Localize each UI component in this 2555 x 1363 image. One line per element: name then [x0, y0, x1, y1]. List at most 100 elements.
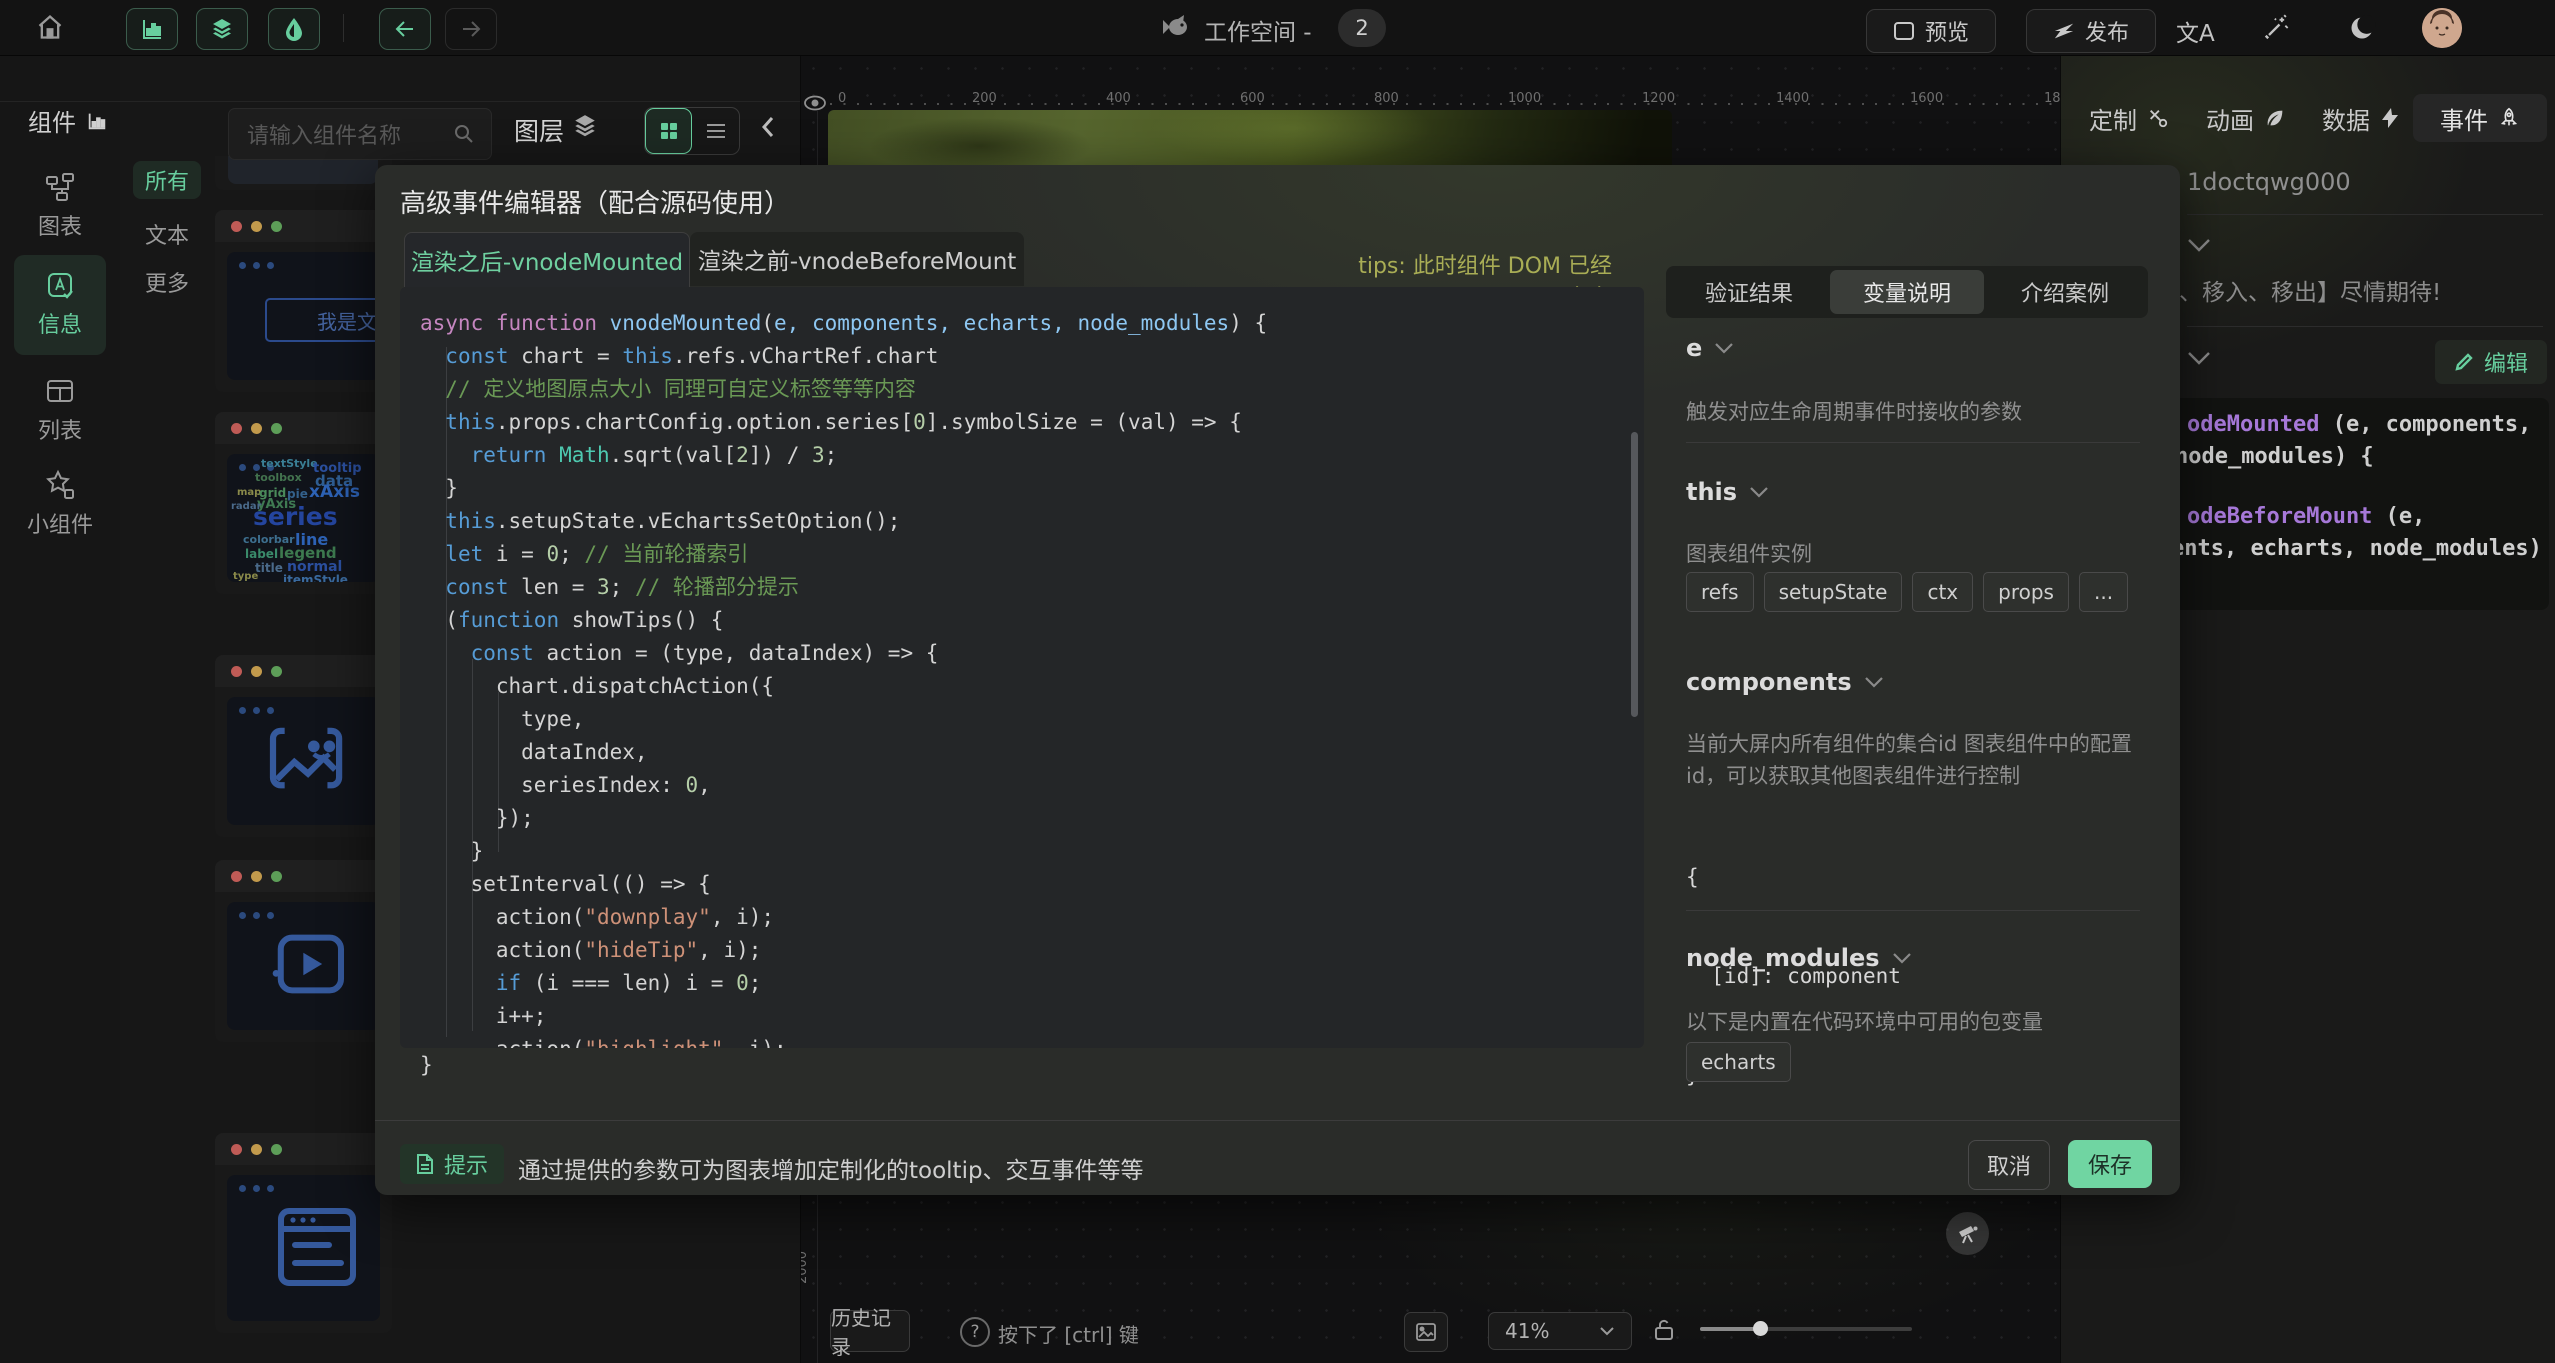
ruler-label: 1400: [1776, 91, 1809, 106]
preview-label: 预览: [1925, 15, 1969, 47]
tab-events[interactable]: 事件: [2413, 94, 2547, 142]
section-desc: 当前大屏内所有组件的集合id 图表组件中的配置: [1686, 728, 2132, 758]
chevron-down-icon: [1749, 486, 1769, 498]
sidebar-item-charts[interactable]: 图表: [14, 163, 106, 251]
component-card-image[interactable]: [215, 655, 392, 837]
layers-view-toggle: [644, 107, 740, 155]
create-tool-button[interactable]: [268, 8, 320, 50]
component-card-browser[interactable]: [215, 1133, 392, 1333]
node-modules-chips: echarts: [1686, 1042, 1801, 1082]
layers-icon: [210, 17, 234, 41]
section-header-this[interactable]: this: [1686, 478, 1769, 506]
component-card-text-input[interactable]: 我是文: [215, 210, 392, 392]
component-tab-more[interactable]: 更多: [133, 263, 201, 301]
dark-mode-moon-icon[interactable]: [2348, 14, 2376, 42]
chevron-down-icon: [1599, 1326, 1615, 1336]
undo-button[interactable]: [379, 8, 431, 50]
avatar[interactable]: [2422, 8, 2462, 48]
wordcloud-word: textStyle: [261, 458, 318, 469]
wordcloud-word: normal: [287, 560, 342, 574]
publish-label: 发布: [2085, 15, 2129, 47]
browser-window-icon: [275, 1205, 359, 1291]
sidebar-item-label: 图表: [14, 209, 106, 241]
panels-divider: [0, 101, 800, 102]
chip: echarts: [1686, 1042, 1791, 1082]
sidebar-item-label: 信息: [14, 307, 106, 339]
birdseye-button[interactable]: [1946, 1212, 1989, 1255]
wordcloud-word: type: [233, 572, 258, 582]
ruler-eye-icon[interactable]: [802, 92, 828, 114]
home-icon[interactable]: [36, 13, 64, 41]
code-editor[interactable]: async function vnodeMounted(e, component…: [400, 287, 1644, 1048]
section-header-node-modules[interactable]: node_modules: [1686, 944, 1912, 972]
list-view-button[interactable]: [692, 108, 739, 154]
table-icon: [44, 375, 76, 407]
wordcloud-word: toolbox: [255, 472, 302, 483]
tab-validation-result[interactable]: 验证结果: [1672, 270, 1826, 314]
charts-tool-button[interactable]: [126, 8, 178, 50]
language-icon[interactable]: 文A: [2176, 14, 2215, 48]
tab-customize[interactable]: 定制: [2069, 94, 2189, 142]
video-player-icon: [271, 932, 347, 996]
grid-view-button[interactable]: [645, 108, 692, 154]
app-root: 工作空间 - 2 预览 发布 文A 组件 图表: [0, 0, 2555, 1363]
card-header: [215, 1133, 392, 1165]
workspace-title: 工作空间 -: [1204, 13, 1312, 47]
history-button[interactable]: 历史记录: [830, 1310, 910, 1352]
zoom-slider-handle[interactable]: [1753, 1321, 1768, 1336]
magic-wand-icon[interactable]: [2262, 14, 2290, 42]
code-line: const chart = this.refs.vChartRef.chart: [420, 340, 1267, 373]
tab-data[interactable]: 数据: [2305, 94, 2417, 142]
tab-vnode-before-mount[interactable]: 渲染之前-vnodeBeforeMount: [690, 232, 1024, 286]
bar-chart-icon: [140, 17, 164, 41]
code-line: action("highlight", i);: [420, 1033, 1267, 1048]
pencil-icon: [2454, 352, 2474, 372]
design-canvas-map[interactable]: [828, 110, 1672, 170]
component-card-video[interactable]: [215, 860, 392, 1042]
component-tab-all[interactable]: 所有: [133, 161, 201, 199]
zoom-slider[interactable]: [1700, 1327, 1912, 1331]
collapse-panel-icon[interactable]: [758, 115, 778, 139]
help-icon[interactable]: ?: [960, 1317, 990, 1347]
sidebar-item-info[interactable]: 信息: [14, 255, 106, 355]
sidebar-item-widgets[interactable]: 小组件: [14, 461, 106, 549]
event-code-preview: odeMounted (e, components, node_modules)…: [2169, 398, 2549, 610]
tab-variable-docs[interactable]: 变量说明: [1830, 270, 1984, 314]
section-header-components[interactable]: components: [1686, 668, 1884, 696]
section-header-e[interactable]: e: [1686, 334, 1734, 362]
section-chevron-icon[interactable]: [2187, 238, 2211, 252]
docs-tab-group: 验证结果 变量说明 介绍案例: [1666, 266, 2148, 318]
lock-icon[interactable]: [1652, 1317, 1676, 1343]
send-icon: [2053, 21, 2075, 41]
tab-vnode-mounted[interactable]: 渲染之后-vnodeMounted: [404, 232, 690, 287]
redo-button[interactable]: [445, 8, 497, 50]
search-input[interactable]: 请输入组件名称: [228, 108, 492, 160]
code-line: setInterval(() => {: [420, 868, 1267, 901]
save-button[interactable]: 保存: [2068, 1140, 2152, 1188]
cancel-button[interactable]: 取消: [1968, 1140, 2050, 1190]
edit-label: 编辑: [2484, 346, 2528, 378]
tab-label: 动画: [2206, 101, 2254, 136]
layers-tool-button[interactable]: [196, 8, 248, 50]
minimap-button[interactable]: [1404, 1312, 1448, 1352]
sidebar-item-label: 列表: [14, 413, 106, 445]
wordcloud-word: label: [245, 548, 278, 560]
code-preview-line: odeBeforeMount (e,: [2187, 504, 2425, 529]
list-view-icon: [706, 122, 726, 140]
preview-button[interactable]: 预览: [1866, 9, 1996, 53]
edit-code-button[interactable]: 编辑: [2435, 340, 2547, 384]
section-chevron-icon[interactable]: [2187, 351, 2211, 365]
editor-scrollbar[interactable]: [1631, 432, 1638, 717]
zoom-select[interactable]: 41%: [1488, 1312, 1632, 1350]
tab-animation[interactable]: 动画: [2187, 94, 2305, 142]
divider: [2187, 326, 2543, 327]
component-card-wordcloud[interactable]: textStyletooltiptoolboxdatamapgridpiexAx…: [215, 412, 392, 594]
publish-button[interactable]: 发布: [2026, 9, 2156, 53]
sidebar-item-list[interactable]: 列表: [14, 367, 106, 455]
component-tab-text[interactable]: 文本: [133, 215, 201, 253]
code-line: async function vnodeMounted(e, component…: [420, 307, 1267, 340]
tab-examples[interactable]: 介绍案例: [1988, 270, 2142, 314]
card-header: [215, 860, 392, 892]
code-line: action("hideTip", i);: [420, 934, 1267, 967]
document-icon: [416, 1153, 434, 1175]
